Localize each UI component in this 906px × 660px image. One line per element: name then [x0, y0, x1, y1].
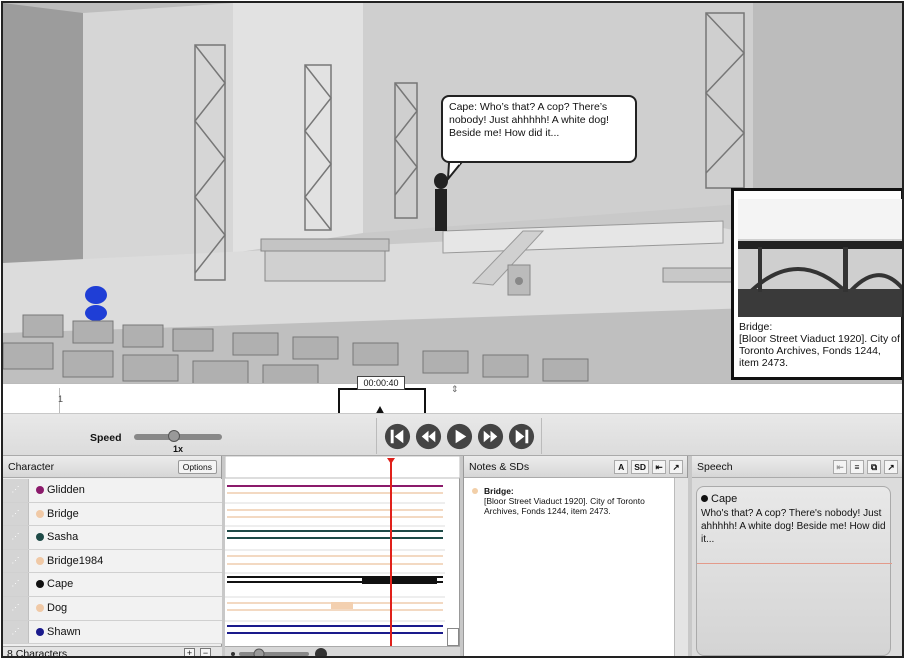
character-name: Sasha — [47, 531, 79, 544]
transport-buttons — [376, 418, 542, 454]
notes-panel-title: Notes & SDs — [469, 461, 530, 473]
annotation-button[interactable]: A — [614, 460, 629, 474]
current-time: 00:00:40 — [357, 376, 405, 390]
character-color-dot — [36, 604, 44, 612]
image-overlay-panel: Bridge: [Bloor Street Viaduct 1920]. Cit… — [731, 188, 902, 380]
character-color-dot — [36, 627, 44, 636]
character-color-dot — [36, 533, 44, 542]
remove-character-button[interactable]: − — [200, 648, 211, 656]
character-row[interactable]: ⋰ Dog — [3, 597, 222, 621]
script-timeline[interactable]: 1 ⇕ 00:00:40 — [3, 376, 902, 420]
note-color-dot — [472, 488, 478, 494]
speech-text: Who's that? A cop? There's nobody! Just … — [701, 508, 886, 545]
notes-panel-header: Notes & SDs A SD ⇤ ↗ — [464, 456, 687, 478]
insert-note-icon[interactable]: ⇤ — [652, 460, 666, 474]
character-name: Dog — [47, 602, 68, 614]
image-caption: Bridge: [Bloor Street Viaduct 1920]. Cit… — [739, 321, 900, 369]
drag-handle-icon[interactable]: ⋰ — [3, 573, 29, 596]
options-button[interactable]: Options — [177, 460, 217, 474]
playback-controls: Speed 1x — [3, 413, 902, 456]
character-footer: 8 Characters + − — [3, 646, 222, 658]
speech-panel-title: Speech — [697, 461, 733, 473]
zoom-controls — [225, 646, 460, 658]
character-name: Glidden — [47, 484, 85, 496]
resize-handle-icon[interactable]: ⇕ — [451, 384, 459, 395]
speech-card[interactable]: Cape Who's that? A cop? There's nobody! … — [696, 486, 892, 656]
rewind-icon[interactable] — [414, 422, 443, 451]
drag-handle-icon[interactable]: ⋰ — [3, 526, 29, 549]
character-color-dot — [36, 486, 44, 494]
stage-direction-button[interactable]: SD — [631, 460, 649, 474]
character-name: Cape — [47, 578, 74, 591]
lower-panels: Character Options ⋰ Glidden ⋰ Bridge ⋰ Sasha ⋰… — [3, 456, 902, 658]
character-tracks[interactable] — [225, 456, 460, 658]
app-window: Cape: Who’s that? A cop? There’s nobody!… — [1, 1, 904, 658]
zoom-slider[interactable] — [225, 647, 335, 658]
speed-value: 1x — [173, 444, 184, 454]
skip-forward-icon[interactable] — [507, 422, 536, 451]
drag-handle-icon[interactable]: ⋰ — [3, 479, 29, 502]
character-row[interactable]: ⋰ Bridge1984 — [3, 549, 222, 574]
character-name: Bridge — [47, 507, 79, 520]
speech-expand-icon[interactable]: ↗ — [884, 460, 898, 474]
speech-speaker: Cape — [701, 493, 737, 505]
speech-bubble: Cape: Who’s that? A cop? There’s nobody!… — [441, 95, 637, 163]
speed-slider-knob[interactable] — [167, 430, 180, 442]
bridge-photo — [738, 199, 902, 317]
skip-back-icon[interactable] — [383, 422, 412, 451]
expand-icon[interactable]: ↗ — [669, 460, 683, 474]
speech-panel: Speech ⇤ ≡ ⧉ ↗ Cape Who's that? A cop? T… — [692, 456, 902, 656]
line-number: 1 — [58, 394, 64, 404]
drag-handle-icon[interactable]: ⋰ — [3, 620, 29, 644]
popout-icon[interactable]: ⧉ — [867, 460, 881, 474]
notes-panel: Notes & SDs A SD ⇤ ↗ Bridge: [Bloor Stre… — [463, 456, 688, 656]
character-name: Bridge1984 — [47, 554, 104, 567]
character-color-dot — [36, 580, 44, 589]
fast-forward-icon[interactable] — [476, 422, 505, 451]
character-color-dot — [36, 556, 44, 565]
character-row[interactable]: ⋰ Glidden — [3, 479, 222, 503]
character-panel-title: Character — [8, 461, 55, 473]
speech-insert-icon[interactable]: ⇤ — [833, 460, 847, 474]
drag-handle-icon[interactable]: ⋰ — [3, 597, 29, 620]
speed-label: Speed — [90, 432, 122, 444]
character-row[interactable]: ⋰ Shawn — [3, 620, 222, 645]
character-count: 8 Characters — [7, 648, 68, 658]
drag-handle-icon[interactable]: ⋰ — [3, 549, 29, 573]
character-row[interactable]: ⋰ Cape — [3, 573, 222, 597]
character-panel-header: Character Options — [3, 456, 221, 478]
character-color-dot — [36, 509, 44, 518]
character-name: Shawn — [47, 625, 81, 638]
note-entry-text: [Bloor Street Viaduct 1920]. City of Tor… — [484, 496, 645, 516]
tracks-scrollbar[interactable] — [447, 628, 459, 646]
character-panel: Character Options ⋰ Glidden ⋰ Bridge ⋰ Sasha ⋰… — [3, 456, 222, 658]
drag-handle-icon[interactable]: ⋰ — [3, 502, 29, 526]
notes-scrollbar[interactable] — [674, 478, 688, 656]
add-character-button[interactable]: + — [184, 648, 195, 656]
note-entry-title: Bridge: — [484, 486, 514, 496]
stage-viewport[interactable]: Cape: Who’s that? A cop? There’s nobody!… — [3, 3, 902, 383]
character-row[interactable]: ⋰ Sasha — [3, 526, 222, 550]
notes-toolbar: A SD ⇤ ↗ — [614, 460, 683, 474]
line-number-gutter: 1 — [3, 388, 64, 414]
speech-divider — [697, 563, 892, 564]
list-icon[interactable]: ≡ — [850, 460, 864, 474]
speaker-name: Cape — [711, 493, 738, 505]
speech-panel-header: Speech ⇤ ≡ ⧉ ↗ — [692, 456, 902, 478]
tracks-canvas — [225, 456, 460, 646]
speaker-dot — [701, 495, 708, 502]
note-entry[interactable]: Bridge: [Bloor Street Viaduct 1920]. Cit… — [472, 486, 662, 516]
character-row[interactable]: ⋰ Bridge — [3, 502, 222, 527]
speech-toolbar: ⇤ ≡ ⧉ ↗ — [833, 460, 898, 474]
play-icon[interactable] — [445, 422, 474, 451]
